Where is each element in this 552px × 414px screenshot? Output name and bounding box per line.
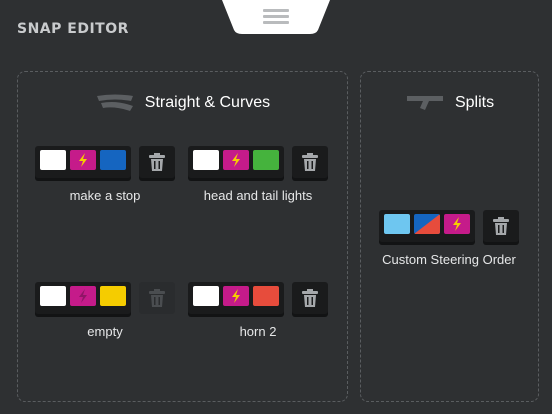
swatch-bar[interactable] [379, 210, 475, 242]
combo-label: head and tail lights [203, 188, 313, 203]
delete-button[interactable] [139, 146, 175, 178]
trash-icon [302, 153, 318, 171]
split-track-icon [406, 96, 443, 110]
combo-label: horn 2 [239, 324, 277, 339]
panel-header: Straight & Curves [18, 90, 347, 116]
white-swatch [40, 150, 66, 170]
lightning-bolt-icon [79, 153, 87, 167]
panel-title: Splits [454, 94, 495, 111]
splits-panel: Splits Custom Steering Order [360, 71, 539, 402]
red-swatch [253, 286, 279, 306]
delete-button-disabled [139, 282, 175, 314]
panel-header: Splits [361, 90, 538, 116]
light-blue-swatch [384, 214, 410, 234]
trash-icon [149, 153, 165, 171]
magenta-bolt-swatch [223, 286, 249, 306]
combo-label: empty [87, 324, 123, 339]
swatch-bar[interactable] [188, 146, 284, 178]
delete-button[interactable] [292, 282, 328, 314]
lightning-bolt-icon [232, 153, 240, 167]
lightning-bolt-icon [79, 289, 87, 303]
swatch-bar[interactable] [35, 146, 131, 178]
magenta-bolt-swatch [444, 214, 470, 234]
trash-icon [493, 217, 509, 235]
straight-curves-panel: Straight & Curves make a stop head and t… [17, 71, 348, 402]
lightning-bolt-icon [453, 217, 461, 231]
magenta-bolt-swatch [223, 150, 249, 170]
swatch-bar[interactable] [188, 282, 284, 314]
diagonal-split-icon [414, 214, 440, 234]
white-swatch [193, 286, 219, 306]
white-swatch [193, 150, 219, 170]
white-swatch [40, 286, 66, 306]
blue-swatch [100, 150, 126, 170]
app-title: SNAP EDITOR [17, 21, 129, 37]
delete-button[interactable] [483, 210, 519, 242]
hamburger-menu-icon[interactable] [263, 9, 289, 25]
magenta-bolt-swatch [70, 150, 96, 170]
straight-curve-track-icon [96, 94, 133, 111]
delete-button[interactable] [292, 146, 328, 178]
green-swatch [253, 150, 279, 170]
trash-icon [149, 289, 165, 307]
panel-title: Straight & Curves [144, 94, 271, 111]
yellow-swatch [100, 286, 126, 306]
menu-tab[interactable] [222, 0, 330, 34]
combo-label: Custom Steering Order [382, 252, 516, 267]
blue-red-split-swatch [414, 214, 440, 234]
combo-label: make a stop [69, 188, 141, 203]
magenta-bolt-swatch [70, 286, 96, 306]
lightning-bolt-icon [232, 289, 240, 303]
swatch-bar[interactable] [35, 282, 131, 314]
trash-icon [302, 289, 318, 307]
